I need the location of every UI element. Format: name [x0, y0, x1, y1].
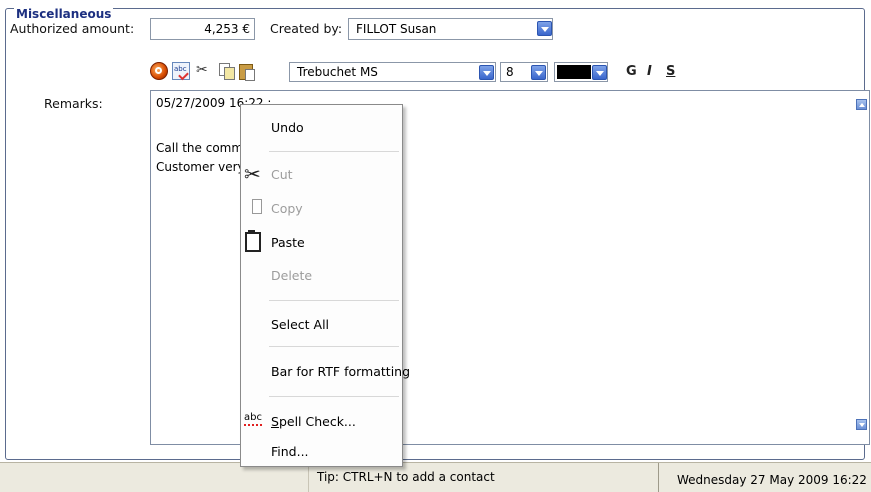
- menu-item-label: Spell Check...: [271, 414, 356, 429]
- status-tip-panel: Tip: CTRL+N to add a contact: [308, 463, 659, 492]
- menu-separator: [269, 346, 399, 347]
- copy-icon[interactable]: [218, 62, 236, 80]
- menu-item-label: Paste: [271, 235, 305, 250]
- menu-item-label: Bar for RTF formatting: [271, 364, 411, 379]
- context-menu: Undo ✂ Cut Copy Paste Delete Select All …: [240, 104, 410, 467]
- created-by-label: Created by:: [270, 21, 343, 36]
- group-title: Miscellaneous: [14, 7, 114, 21]
- status-bar: Tip: CTRL+N to add a contact Wednesday 2…: [0, 462, 871, 492]
- created-by-dropdown-button[interactable]: [537, 21, 552, 36]
- status-datetime: Wednesday 27 May 2009 16:22: [677, 473, 867, 487]
- menu-item-cut[interactable]: ✂ Cut: [241, 162, 402, 186]
- menu-item-label: Delete: [271, 268, 313, 283]
- size-dropdown-button[interactable]: [531, 65, 546, 80]
- strike-button[interactable]: S: [666, 64, 675, 79]
- status-tip: Tip: CTRL+N to add a contact: [317, 470, 495, 484]
- created-by-value: FILLOT Susan: [356, 22, 437, 36]
- font-dropdown-button[interactable]: [479, 65, 494, 80]
- font-size-select[interactable]: 8: [500, 62, 548, 82]
- menu-item-label: Select All: [271, 317, 330, 332]
- font-color-swatch: [557, 65, 591, 79]
- spell-check-icon-text: abc: [174, 65, 187, 73]
- menu-item-label: Find...: [271, 444, 309, 459]
- menu-item-copy[interactable]: Copy: [241, 196, 402, 220]
- menu-item-label: Undo: [271, 120, 304, 135]
- paste-icon: [244, 230, 261, 252]
- menu-separator: [269, 300, 399, 301]
- authorized-amount-label: Authorized amount:: [10, 21, 135, 36]
- authorized-amount-field[interactable]: 4,253 €: [150, 18, 255, 40]
- created-by-select[interactable]: FILLOT Susan: [348, 18, 553, 40]
- menu-item-spell-check[interactable]: abc Spell Check...: [241, 409, 402, 433]
- font-color-select[interactable]: [554, 62, 608, 82]
- menu-item-select-all[interactable]: Select All: [241, 312, 402, 336]
- menu-item-label: Cut: [271, 167, 293, 182]
- copy-icon: [248, 198, 262, 214]
- remarks-label: Remarks:: [44, 96, 103, 111]
- menu-item-label: Copy: [271, 201, 303, 216]
- menu-separator: [269, 396, 399, 397]
- spell-check-icon: abc: [244, 412, 262, 426]
- scroll-down-arrow-icon[interactable]: [856, 419, 867, 430]
- color-dropdown-button[interactable]: [592, 65, 607, 80]
- scissors-icon: ✂: [244, 162, 261, 186]
- bold-button[interactable]: G: [626, 64, 637, 79]
- spell-check-icon[interactable]: abc: [172, 62, 190, 80]
- remarks-line: Customer very |: [156, 160, 253, 174]
- italic-button[interactable]: I: [647, 64, 652, 79]
- menu-item-undo[interactable]: Undo: [241, 115, 402, 139]
- menu-item-label-rest: pell Check...: [278, 414, 356, 429]
- status-date-panel: Wednesday 27 May 2009 16:22: [658, 463, 871, 492]
- menu-item-paste[interactable]: Paste: [241, 230, 402, 254]
- menu-item-accelerator: S: [271, 414, 279, 429]
- menu-separator: [269, 151, 399, 152]
- menu-item-delete[interactable]: Delete: [241, 263, 402, 287]
- menu-item-find[interactable]: Find...: [241, 439, 402, 463]
- font-family-select[interactable]: Trebuchet MS: [289, 62, 496, 82]
- menu-item-rtf-bar[interactable]: Bar for RTF formatting: [241, 359, 410, 383]
- font-family-value: Trebuchet MS: [297, 65, 378, 79]
- undo-icon[interactable]: [150, 62, 168, 80]
- scissors-icon[interactable]: ✂: [196, 62, 214, 80]
- paste-icon[interactable]: [238, 62, 256, 81]
- font-size-value: 8: [506, 65, 514, 79]
- scroll-up-arrow-icon[interactable]: [856, 99, 867, 110]
